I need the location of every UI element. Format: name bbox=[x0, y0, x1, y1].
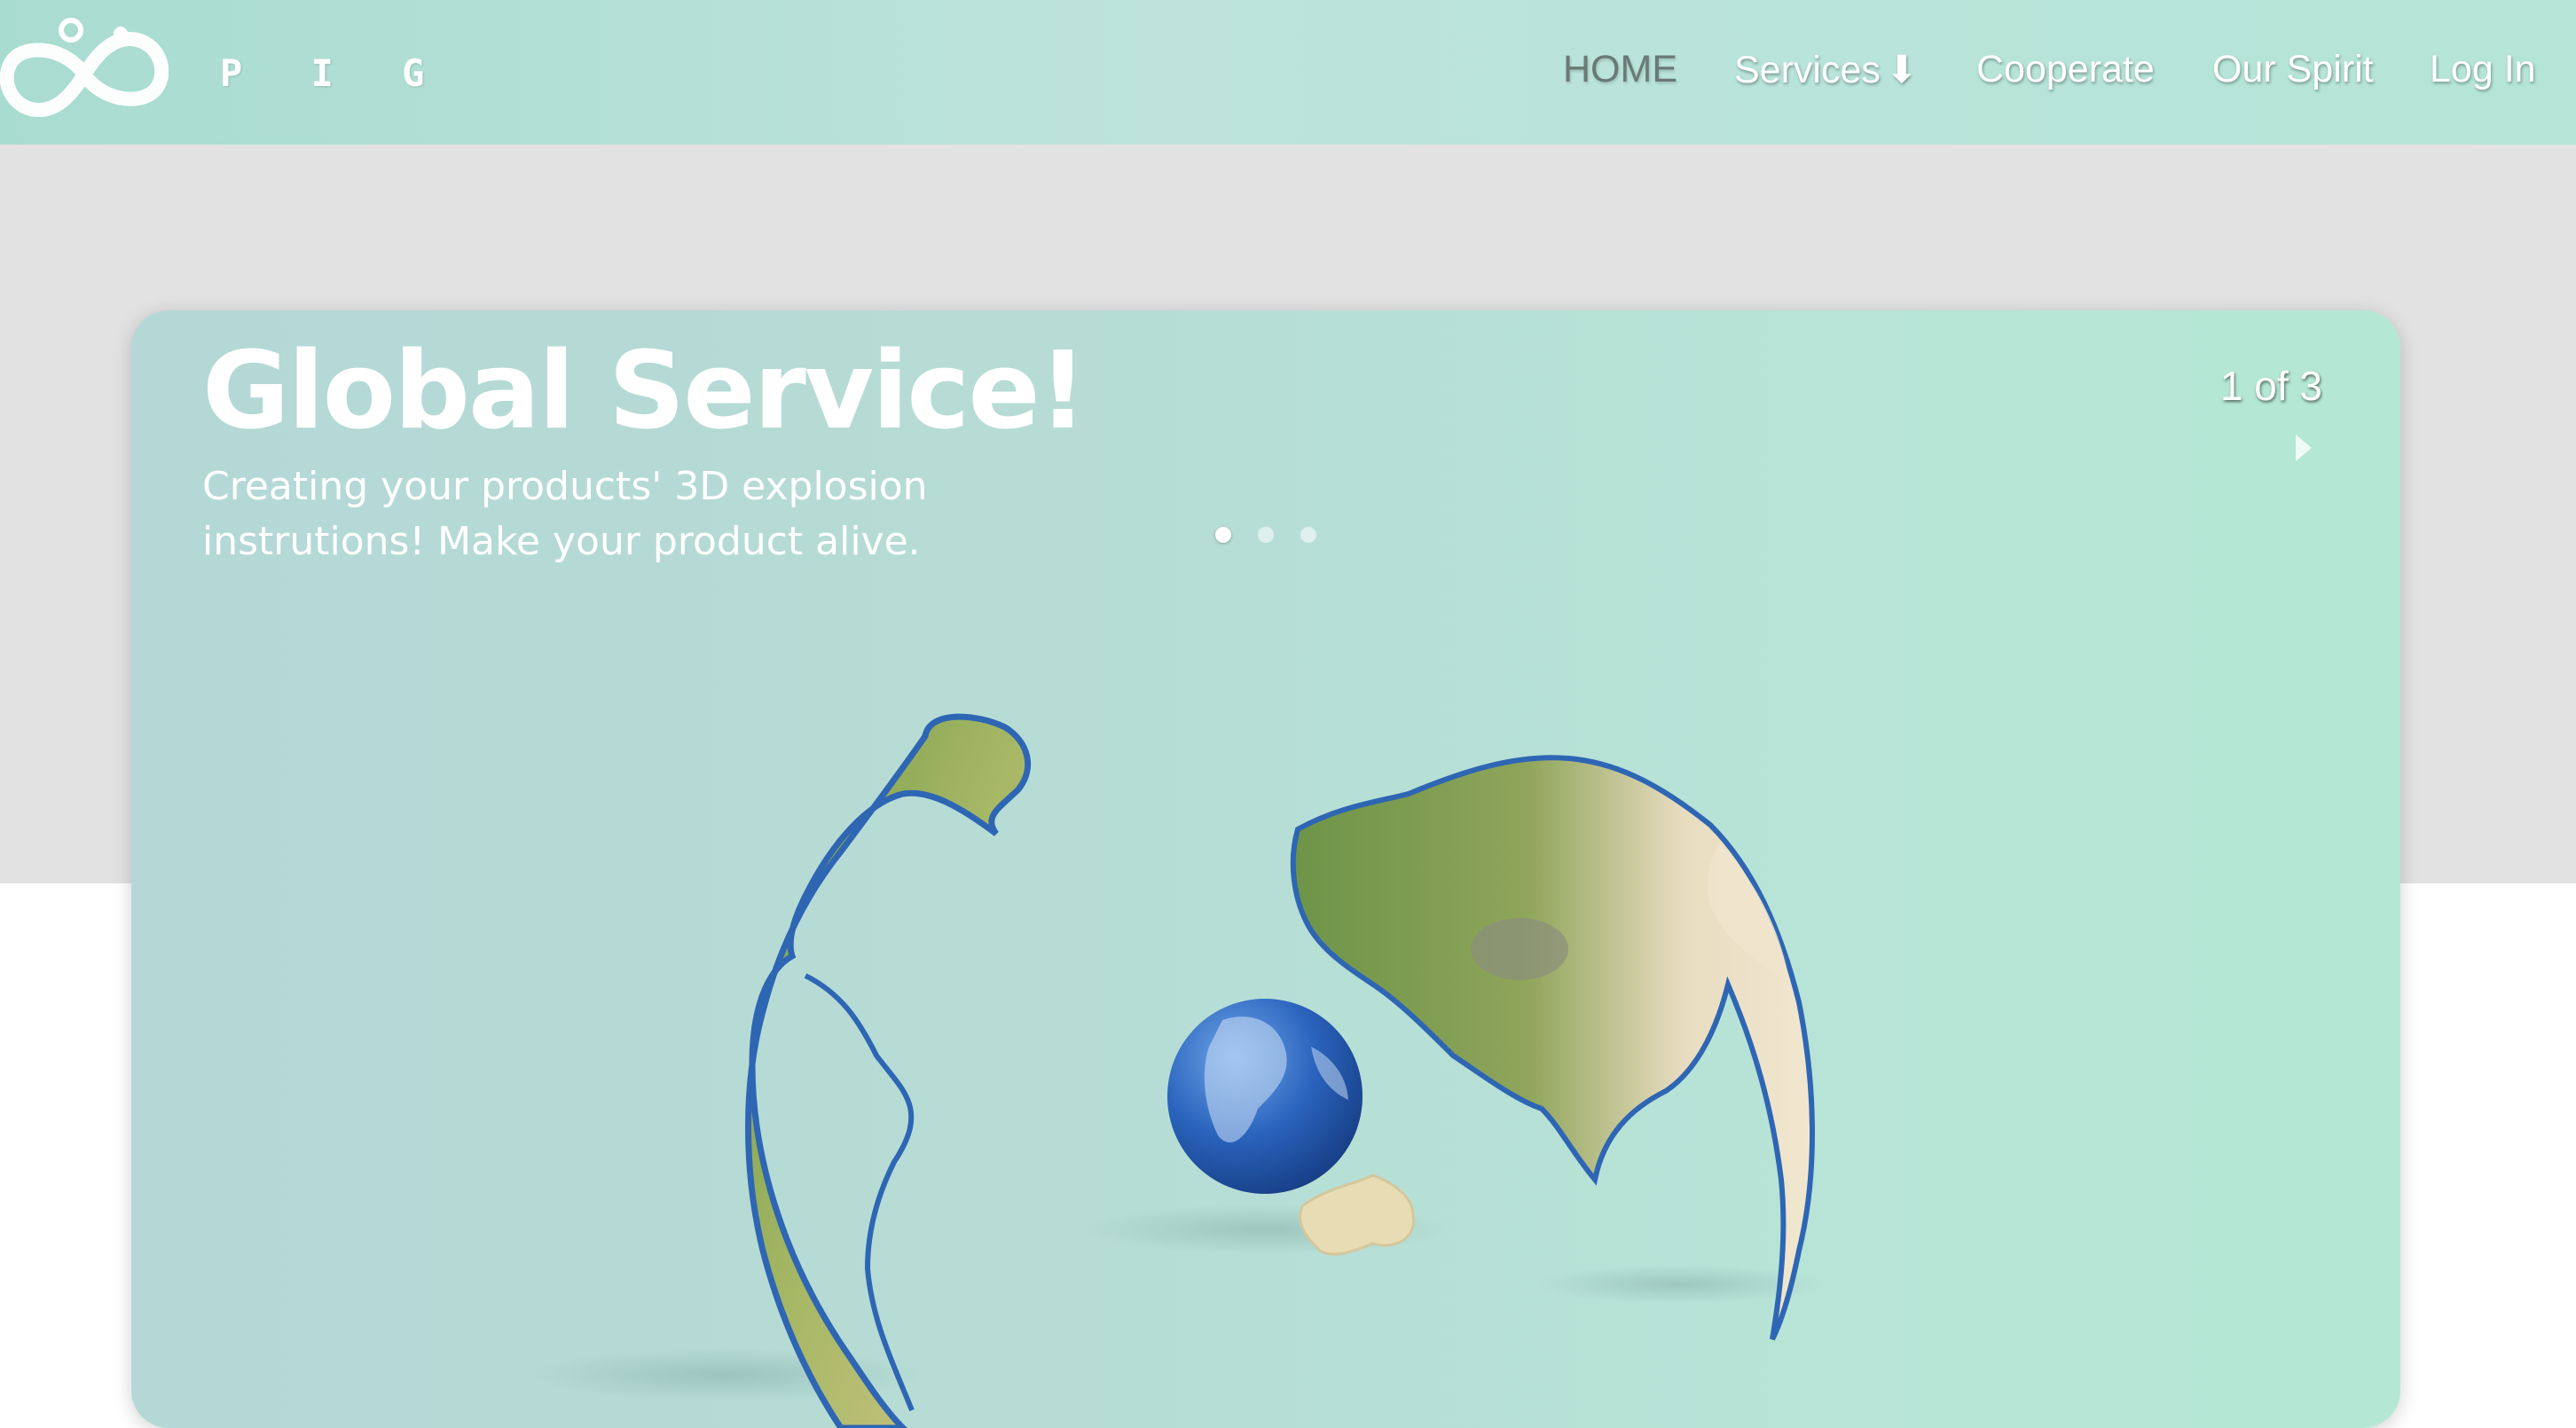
nav-our-spirit-link[interactable]: Our Spirit bbox=[2212, 48, 2374, 91]
nav-home-link[interactable]: HOME bbox=[1563, 48, 1677, 91]
top-navbar: P I G HOME Services ⬇ Cooperate Our Spiri… bbox=[0, 0, 2576, 145]
hero-subtitle: Creating your products' 3D explosion ins… bbox=[202, 459, 1001, 569]
nav-cooperate-link[interactable]: Cooperate bbox=[1976, 48, 2155, 91]
hero-subtitle-line-1: Creating your products' 3D explosion bbox=[202, 464, 928, 509]
nav-services-link[interactable]: Services ⬇ bbox=[1734, 48, 1918, 92]
carousel-dot-2[interactable] bbox=[1258, 527, 1274, 543]
hero-title: Global Service! bbox=[202, 330, 1087, 453]
nav-services-label: Services bbox=[1734, 49, 1881, 91]
arrow-down-icon: ⬇ bbox=[1885, 49, 1918, 91]
hero-carousel[interactable]: Global Service! Creating your products' … bbox=[131, 310, 2400, 1428]
hero-subtitle-line-2: instrutions! Make your product alive. bbox=[202, 519, 921, 564]
nav-login-link[interactable]: Log In bbox=[2430, 48, 2536, 91]
slide-counter: 1 of 3 bbox=[2219, 363, 2322, 409]
carousel-next-arrow-icon[interactable] bbox=[2296, 435, 2312, 461]
brand-wordmark[interactable]: P I G bbox=[220, 51, 447, 96]
infinity-logo-icon[interactable] bbox=[0, 11, 169, 133]
carousel-dot-3[interactable] bbox=[1300, 527, 1316, 543]
carousel-dot-1[interactable] bbox=[1215, 527, 1231, 543]
